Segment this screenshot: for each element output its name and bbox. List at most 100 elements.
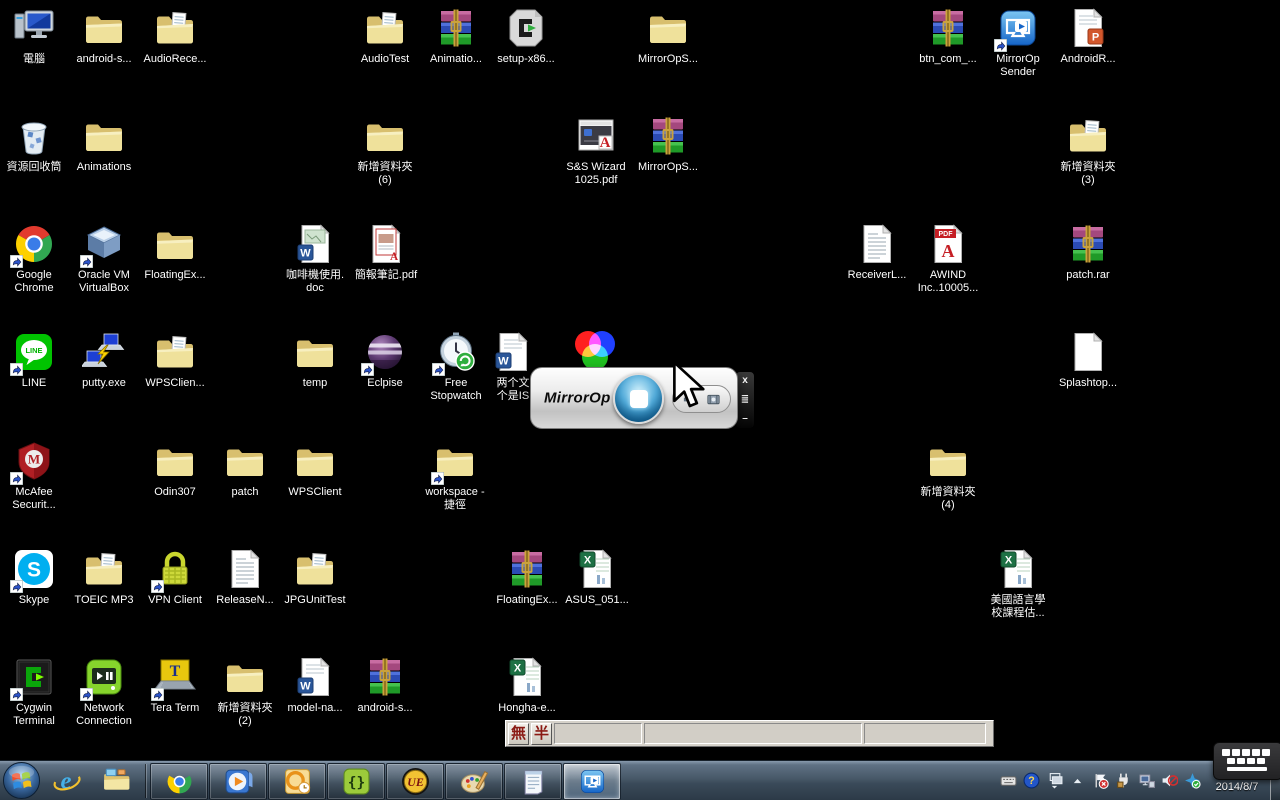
ime-button-1[interactable]: 無	[508, 722, 529, 745]
desktop-icon-android-s-folder[interactable]: android-s...	[67, 6, 141, 66]
desktop-icon-label: 新增資料夾 (6)	[357, 161, 413, 186]
desktop-icon-releasen-txt[interactable]: ReleaseN...	[208, 547, 282, 607]
desktop-icon-new-folder-3[interactable]: 新增資料夾 (3)	[1051, 114, 1125, 187]
taskbar-button-outlook[interactable]	[268, 762, 326, 800]
tray-keyboard-icon[interactable]	[999, 771, 1018, 790]
desktop-icon-toeic-mp3-folder[interactable]: TOEIC MP3	[67, 547, 141, 607]
desktop-icon-audiorece-folder[interactable]: AudioRece...	[138, 6, 212, 66]
tray-language-bar-icon[interactable]	[1045, 771, 1064, 790]
desktop-icon-receiverl-txt[interactable]: ReceiverL...	[840, 222, 914, 282]
desktop-icon-temp-folder[interactable]: temp	[278, 330, 352, 390]
ime-panel[interactable]	[864, 723, 986, 744]
desktop-icon-putty[interactable]: putty.exe	[67, 330, 141, 390]
taskbar-button-google-chrome[interactable]: path d="M22 22 L6.4 13 A18 18 0 0 1 37.6…	[150, 762, 208, 800]
stop-button[interactable]	[613, 373, 664, 424]
desktop-icon-tera-term[interactable]: T Tera Term	[138, 655, 212, 715]
taskbar-button-notepad[interactable]	[504, 762, 562, 800]
desktop-icon-cygwin-terminal[interactable]: Cygwin Terminal	[0, 655, 71, 728]
mirrorop-widget[interactable]: x ≣ – MirrorOp	[530, 364, 756, 436]
taskbar-button-ultraedit[interactable]: UE	[386, 762, 444, 800]
tray-help-icon[interactable]: ?	[1022, 771, 1041, 790]
animatio-rar-icon	[434, 6, 478, 50]
desktop-icon-new-folder-6[interactable]: 新增資料夾 (6)	[348, 114, 422, 187]
mode-toggle[interactable]	[672, 385, 731, 413]
desktop-icon-asus-051-xls[interactable]: X ASUS_051...	[560, 547, 634, 607]
desktop-icon-briefing-pdf[interactable]: A 簡報筆記.pdf	[349, 222, 423, 282]
desktop-icon-jpgunittest-folder[interactable]: JPGUnitTest	[278, 547, 352, 607]
desktop-icon-hongha-xls[interactable]: X Hongha-e...	[490, 655, 564, 715]
desktop-icon-mcafee[interactable]: M McAfee Securit...	[0, 439, 71, 512]
tray-network-icon[interactable]	[1137, 771, 1156, 790]
desktop-icon-ss-wizard-pdf[interactable]: A S&S Wizard 1025.pdf	[559, 114, 633, 187]
tray-show-hidden-icons-icon[interactable]	[1068, 771, 1087, 790]
desktop-icon-patch-folder[interactable]: patch	[208, 439, 282, 499]
clock-date: 2014/8/7	[1215, 780, 1259, 793]
desktop-icon-animations-folder[interactable]: Animations	[67, 114, 141, 174]
desktop-icon-google-chrome[interactable]: Google Chrome	[0, 222, 71, 295]
desktop-icon-awind-pdf[interactable]: PDF A AWIND Inc..10005...	[911, 222, 985, 295]
desktop-icon-wpsclient-folder[interactable]: WPSClient	[278, 439, 352, 499]
svg-text:A: A	[390, 251, 399, 263]
tray-power-icon[interactable]	[1114, 771, 1133, 790]
desktop-icon-network-connection[interactable]: Network Connection	[67, 655, 141, 728]
desktop-icon-language-school-xls[interactable]: X 美國語言學 校課程估...	[981, 547, 1055, 620]
new-folder-2-icon	[223, 655, 267, 699]
desktop-icon-splashtop-file[interactable]: Splashtop...	[1051, 330, 1125, 390]
desktop-icon-label: WPSClient	[288, 486, 342, 498]
desktop-icon-mirrorops-folder[interactable]: MirrorOpS...	[631, 6, 705, 66]
desktop-icon-label: patch.rar	[1066, 269, 1110, 281]
ime-toolbar[interactable]: 無半	[505, 720, 994, 747]
desktop-icon-android-s-rar[interactable]: android-s...	[348, 655, 422, 715]
svg-text:T: T	[170, 663, 181, 680]
mirrorop-bar: MirrorOp	[530, 367, 738, 429]
desktop-icon-label: ASUS_051...	[565, 594, 629, 606]
desktop-icon-wpsclien-folder[interactable]: WPSClien...	[138, 330, 212, 390]
desktop-icon-btn-com-rar[interactable]: btn_com_...	[911, 6, 985, 66]
ime-panel[interactable]	[554, 723, 642, 744]
desktop-icon-recycle-bin[interactable]: 資源回收筒	[0, 114, 71, 174]
desktop-icon-vpn-client[interactable]: VPN Client	[138, 547, 212, 607]
desktop-icon-workspace-shortcut[interactable]: workspace - 捷徑	[418, 439, 492, 512]
desktop-icon-odin307-folder[interactable]: Odin307	[138, 439, 212, 499]
taskbar-button-windows-media-player[interactable]	[209, 762, 267, 800]
minimize-button[interactable]: –	[742, 414, 748, 424]
desktop-icon-eclipse[interactable]: Eclpise	[348, 330, 422, 390]
ime-panel[interactable]	[644, 723, 862, 744]
desktop-icon-label: btn_com_...	[919, 53, 977, 65]
taskbar-button-paint[interactable]	[445, 762, 503, 800]
tray-action-center-icon[interactable]	[1091, 771, 1110, 790]
tray-security-icon[interactable]	[1183, 771, 1202, 790]
desktop-icon-coffee-doc[interactable]: W 咖啡機使用. doc	[278, 222, 352, 295]
desktop-icon-label: Odin307	[154, 486, 196, 498]
wpsclien-folder-icon	[153, 330, 197, 374]
desktop-icon-mirrorop-sender[interactable]: MirrorOp Sender	[981, 6, 1055, 79]
close-button[interactable]: x	[742, 376, 748, 386]
desktop-icon-label: patch	[231, 486, 259, 498]
tray-volume-muted-icon[interactable]	[1160, 771, 1179, 790]
start-button[interactable]	[0, 761, 42, 800]
desktop-icon-my-computer[interactable]: 電腦	[0, 6, 71, 66]
desktop-icon-androidr-ppt[interactable]: P AndroidR...	[1051, 6, 1125, 66]
touch-keyboard-icon[interactable]	[1213, 742, 1280, 780]
desktop-icon-label: 資源回收筒	[6, 161, 62, 173]
desktop-icon-audiotest-folder[interactable]: AudioTest	[348, 6, 422, 66]
taskbar-button-code-editor-braces[interactable]: {}	[327, 762, 385, 800]
desktop-icon-new-folder-4[interactable]: 新增資料夾 (4)	[911, 439, 985, 512]
desktop-icon-floatingex-rar[interactable]: FloatingEx...	[490, 547, 564, 607]
desktop-icon-line[interactable]: LINE LINE	[0, 330, 71, 390]
desktop-icon-oracle-virtualbox[interactable]: Oracle VM VirtualBox	[67, 222, 141, 295]
taskbar-pinned-internet-explorer[interactable]: e	[42, 762, 92, 800]
desktop-icon-mirrorops-rar[interactable]: MirrorOpS...	[631, 114, 705, 174]
desktop-icon-patch-rar[interactable]: patch.rar	[1051, 222, 1125, 282]
desktop-icon-skype[interactable]: S Skype	[0, 547, 71, 607]
desktop-icon-model-na-doc[interactable]: Wmodel-na...	[278, 655, 352, 715]
menu-button[interactable]: ≣	[741, 395, 749, 405]
ime-button-2[interactable]: 半	[531, 722, 552, 745]
asus-051-xls-icon: X	[575, 547, 619, 591]
taskbar-button-mirrorop[interactable]: defs>	[563, 762, 621, 800]
taskbar-pinned-windows-explorer[interactable]	[92, 762, 142, 800]
desktop-icon-animatio-rar[interactable]: Animatio...	[419, 6, 493, 66]
desktop-icon-floatingex-folder[interactable]: FloatingEx...	[138, 222, 212, 282]
desktop-icon-new-folder-2[interactable]: 新增資料夾 (2)	[208, 655, 282, 728]
desktop-icon-setup-x86[interactable]: setup-x86...	[489, 6, 563, 66]
